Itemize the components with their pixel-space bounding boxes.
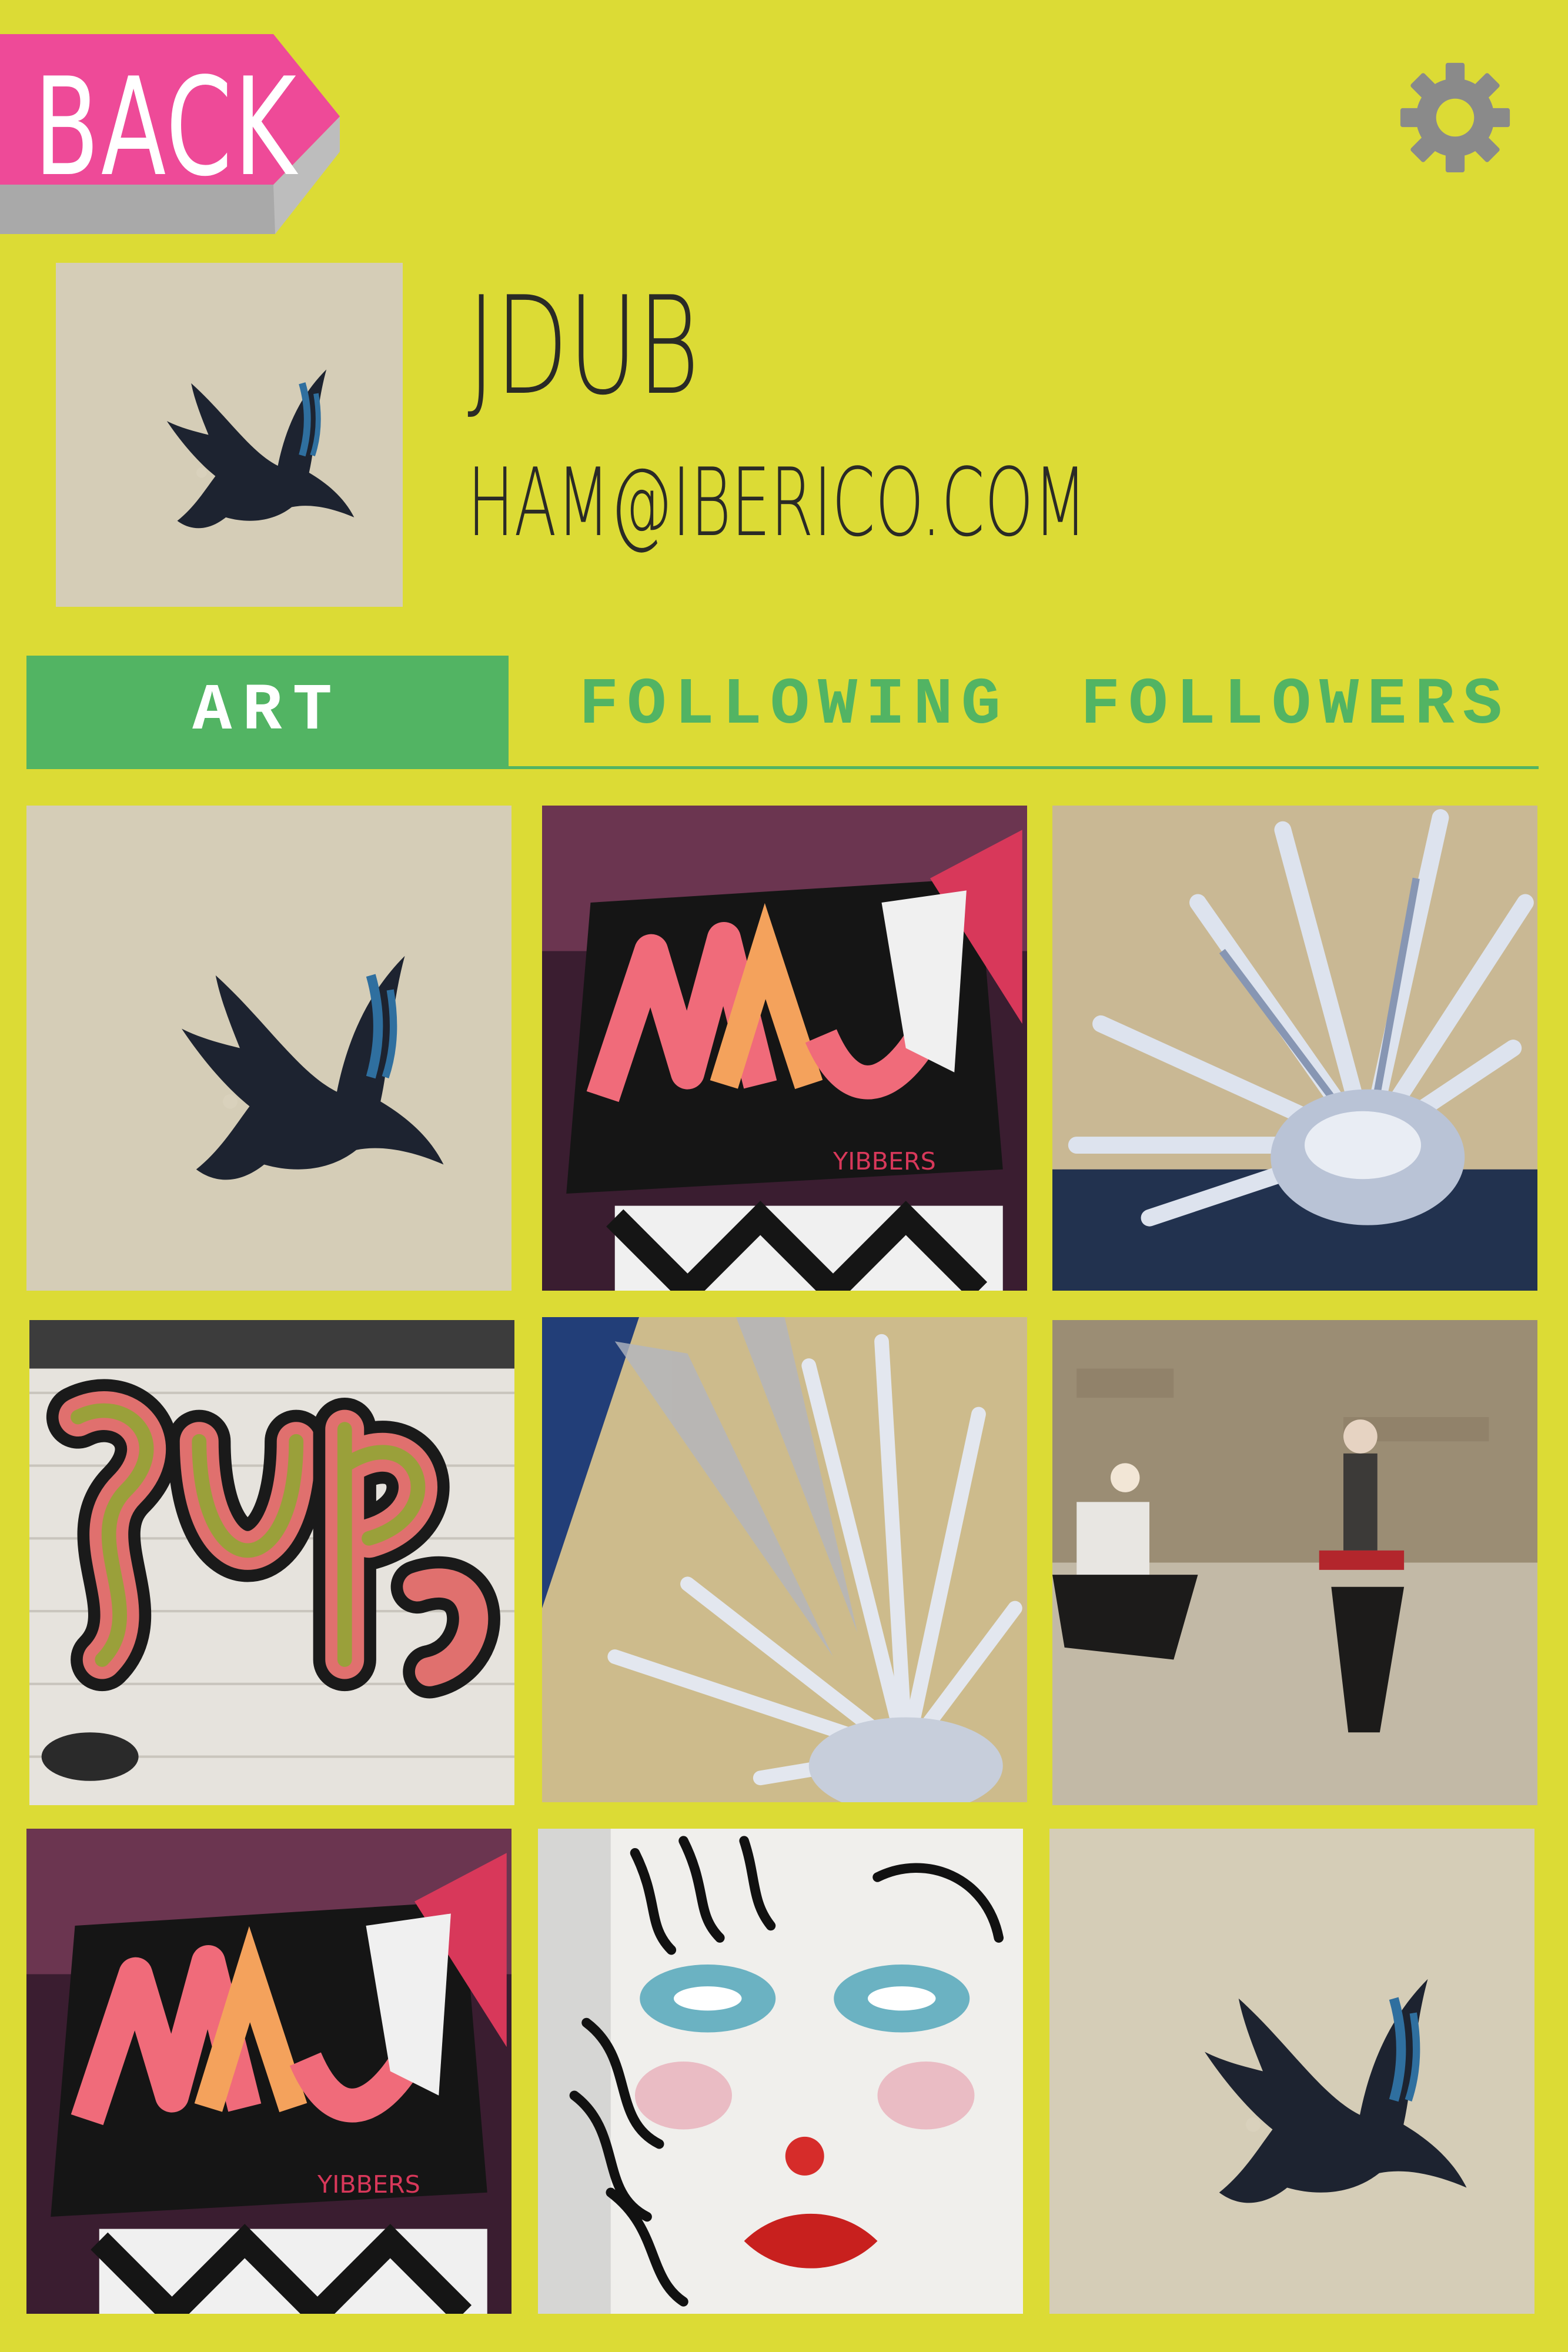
art-tile[interactable]: YIBBERS (542, 806, 1027, 1291)
tab-following[interactable]: FOLLOWING (579, 650, 1009, 761)
artwork-image (542, 1317, 1027, 1802)
profile-email: HAM@IBERICO.COM (467, 447, 1087, 557)
art-tile[interactable]: YIBBERS (26, 1829, 511, 2314)
artwork-image (538, 1829, 1023, 2314)
svg-text:YIBBERS: YIBBERS (833, 1147, 936, 1175)
svg-text:YIBBERS: YIBBERS (317, 2170, 420, 2199)
tab-art-label: ART (192, 674, 343, 749)
tab-underline (26, 766, 1539, 769)
artwork-image: YIBBERS (542, 806, 1027, 1291)
settings-gear-icon[interactable] (1399, 62, 1511, 173)
back-button[interactable]: BACK (0, 34, 341, 234)
art-tile[interactable] (1052, 806, 1537, 1291)
tab-art[interactable]: ART (26, 656, 509, 767)
artwork-image (29, 1320, 514, 1805)
artwork-image (56, 263, 403, 607)
artwork-image (1052, 806, 1537, 1291)
art-tile[interactable] (542, 1317, 1027, 1802)
artwork-image (1052, 1320, 1537, 1805)
back-label: BACK (34, 49, 298, 206)
art-tile[interactable] (538, 1829, 1023, 2314)
art-tile[interactable] (26, 806, 511, 1291)
art-tile[interactable] (1052, 1320, 1537, 1805)
profile-avatar[interactable] (56, 263, 403, 607)
art-tile[interactable] (29, 1320, 514, 1805)
artwork-image: YIBBERS (26, 1829, 511, 2314)
art-tile[interactable] (1049, 1829, 1534, 2314)
artwork-image (1049, 1829, 1534, 2314)
artwork-image (26, 806, 511, 1291)
profile-username: JDUB (467, 268, 700, 425)
tab-followers[interactable]: FOLLOWERS (1081, 650, 1510, 761)
